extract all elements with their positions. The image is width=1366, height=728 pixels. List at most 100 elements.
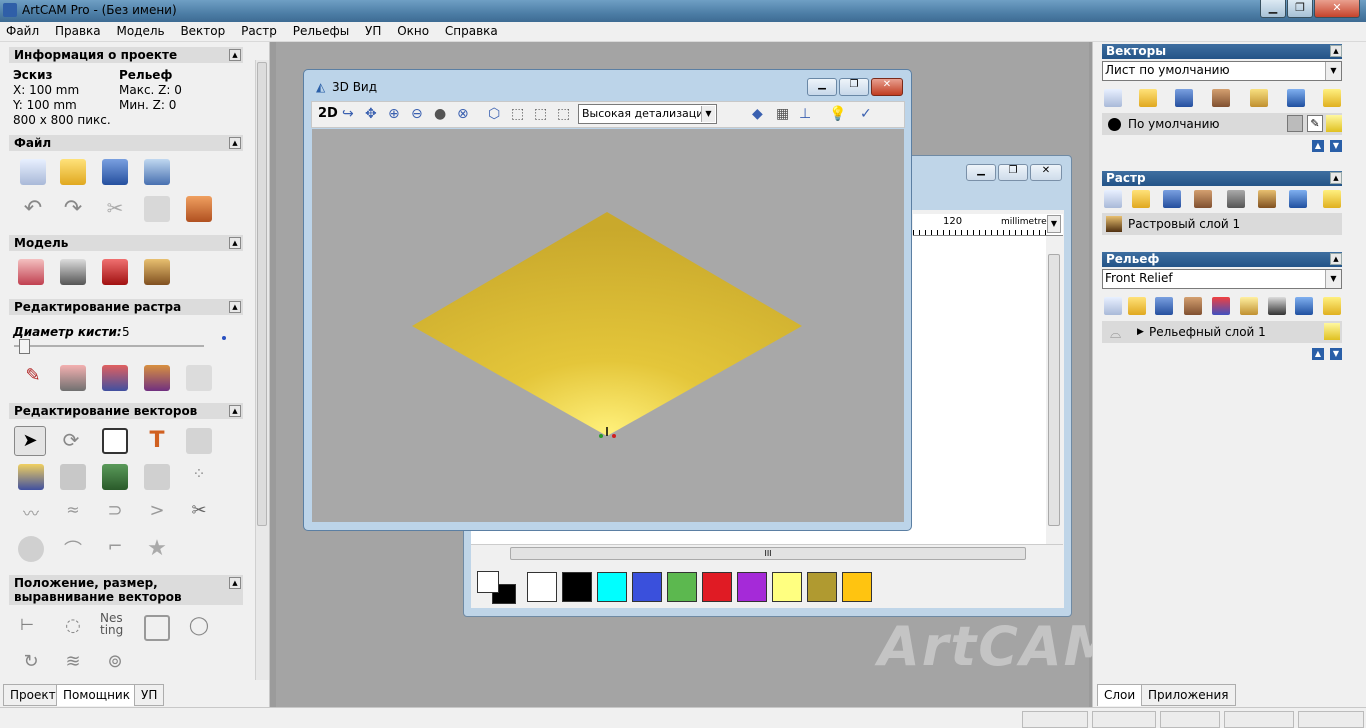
zoom-in-icon[interactable]: ⊕ — [388, 106, 406, 124]
vector-grid-icon[interactable] — [144, 464, 170, 490]
relief-layer-1[interactable]: ⌓ ▶ Рельефный слой 1 — [1102, 321, 1342, 343]
relief-combine-icon[interactable] — [1212, 297, 1230, 315]
position-section-header[interactable]: Положение, размер, выравнивание векторов… — [9, 575, 243, 605]
relief-visibility-icon[interactable] — [1323, 297, 1341, 315]
collapse-icon[interactable]: ▲ — [229, 137, 241, 149]
transform-icon[interactable]: ⟳ — [58, 428, 84, 454]
vector-fillet-icon[interactable]: ⌐ — [102, 536, 128, 562]
open-relief-icon[interactable] — [1128, 297, 1146, 315]
layer-color-icon[interactable] — [1108, 118, 1121, 131]
model-size-icon[interactable] — [18, 259, 44, 285]
color-swatch[interactable] — [562, 572, 592, 602]
layer-down-icon[interactable]: ▼ — [1330, 348, 1342, 360]
rotate-view-icon[interactable]: ↪ — [342, 106, 360, 124]
color-swatch[interactable] — [842, 572, 872, 602]
vector-sheet-select[interactable]: Лист по умолчанию ▼ — [1102, 61, 1342, 81]
visibility-bulbs-icon[interactable] — [1323, 89, 1341, 107]
color-swatch[interactable] — [807, 572, 837, 602]
pan-view-icon[interactable]: ✥ — [365, 106, 383, 124]
edit-pen-icon[interactable]: ✎ — [1307, 115, 1323, 132]
paint-pen-icon[interactable]: ✎ — [20, 365, 46, 391]
new-relief-layer-icon[interactable] — [1104, 297, 1122, 315]
merge-relief-icon[interactable] — [1184, 297, 1202, 315]
raster-mask-icon[interactable] — [1227, 190, 1245, 208]
vector-cut-icon[interactable]: ✂ — [186, 500, 212, 526]
brush-slider-thumb[interactable] — [19, 339, 30, 354]
zoom-window-icon[interactable]: ⊗ — [457, 106, 475, 124]
menu-raster[interactable]: Растр — [235, 22, 283, 38]
collapse-icon[interactable]: ▲ — [229, 49, 241, 61]
visibility-bulb-icon[interactable] — [1324, 323, 1340, 340]
menu-reliefs[interactable]: Рельефы — [287, 22, 355, 38]
grid-view-icon[interactable]: ▦ — [776, 106, 794, 124]
relief-grayscale-icon[interactable] — [1268, 297, 1286, 315]
flood-fill-icon[interactable] — [60, 365, 86, 391]
block-copy-icon[interactable]: ≋ — [60, 651, 86, 677]
front-view-icon[interactable]: ⬚ — [511, 106, 529, 124]
chevron-down-icon[interactable]: ▼ — [1325, 270, 1341, 288]
raster-header[interactable]: Растр ▲ — [1102, 171, 1342, 186]
view3d-close-button[interactable]: ✕ — [871, 78, 903, 96]
delete-relief-layer-icon[interactable] — [1295, 297, 1313, 315]
palette-icon[interactable] — [144, 365, 170, 391]
collapse-icon[interactable]: ▲ — [229, 301, 241, 313]
axes-icon[interactable]: ⊥ — [799, 106, 817, 124]
layer-down-icon[interactable]: ▼ — [1330, 140, 1342, 152]
vector-bezier-icon[interactable]: ⌒ — [60, 536, 86, 562]
raster-layer-1[interactable]: Растровый слой 1 — [1102, 213, 1342, 235]
menu-file[interactable]: Файл — [0, 22, 45, 38]
vector-nodes-icon[interactable]: ⁘ — [186, 464, 212, 490]
collapse-icon[interactable]: ▲ — [229, 577, 241, 589]
align-icon[interactable]: ⊢ — [14, 615, 40, 641]
paste-icon[interactable] — [186, 196, 212, 222]
vector-star-icon[interactable]: ★ — [144, 536, 170, 562]
vector-draw-icon[interactable] — [186, 428, 212, 454]
collapse-icon[interactable]: ▲ — [229, 237, 241, 249]
raster-image-icon[interactable] — [1258, 190, 1276, 208]
relief-select[interactable]: Front Relief ▼ — [1102, 269, 1342, 289]
spiral-icon[interactable]: ⊚ — [102, 651, 128, 677]
save-vector-icon[interactable] — [1175, 89, 1193, 107]
top-view-icon[interactable]: ⬚ — [557, 106, 575, 124]
vector-spin-icon[interactable] — [18, 536, 44, 562]
close-button[interactable]: ✕ — [1314, 0, 1360, 18]
new-file-icon[interactable] — [20, 159, 46, 185]
merge-raster-icon[interactable] — [1194, 190, 1212, 208]
minimize-button[interactable]: ▁ — [1260, 0, 1286, 18]
nesting-icon[interactable]: Nes ting — [100, 612, 126, 638]
view3d-maximize-button[interactable]: ❐ — [839, 78, 869, 96]
menu-help[interactable]: Справка — [439, 22, 504, 38]
text-tool-icon[interactable]: T — [144, 428, 170, 454]
view3d-minimize-button[interactable]: ▁ — [807, 78, 837, 96]
visibility-bulb-icon[interactable] — [1326, 115, 1342, 132]
raster-edit-header[interactable]: Редактирование растра ▲ — [9, 299, 243, 315]
vector-smooth-icon[interactable]: 〰 — [18, 500, 44, 526]
vectors-header[interactable]: Векторы ▲ — [1102, 44, 1342, 59]
model-color-icon[interactable] — [102, 259, 128, 285]
wrap-vectors-icon[interactable]: ↻ — [18, 651, 44, 677]
lock-icon[interactable] — [1287, 115, 1303, 132]
view-2d-button[interactable]: 2D — [318, 106, 338, 121]
iso-view-icon[interactable]: ⬡ — [488, 106, 506, 124]
new-vector-layer-icon[interactable] — [1104, 89, 1122, 107]
material-icon[interactable]: ✓ — [860, 106, 878, 124]
view2d-maximize-button[interactable]: ❐ — [998, 164, 1028, 181]
raster-cloud-icon[interactable] — [186, 365, 212, 391]
delete-vector-layer-icon[interactable] — [1287, 89, 1305, 107]
menu-edit[interactable]: Правка — [49, 22, 107, 38]
copy-icon[interactable] — [144, 196, 170, 222]
color-picker-icon[interactable] — [102, 365, 128, 391]
view2d-vertical-scrollbar[interactable] — [1046, 236, 1062, 544]
menu-window[interactable]: Окно — [391, 22, 435, 38]
cut-icon[interactable]: ✂ — [102, 196, 128, 222]
chevron-down-icon[interactable]: ▼ — [1325, 62, 1341, 80]
color-swatch[interactable] — [737, 572, 767, 602]
raster-visibility-icon[interactable] — [1323, 190, 1341, 208]
color-swatch[interactable] — [597, 572, 627, 602]
vector-arc-icon[interactable]: ⊃ — [102, 500, 128, 526]
view2d-close-button[interactable]: ✕ — [1030, 164, 1062, 181]
merge-vector-icon[interactable] — [1212, 89, 1230, 107]
brush-slider-track[interactable] — [14, 345, 204, 347]
select-arrow-icon[interactable]: ➤ — [14, 426, 46, 456]
undo-icon[interactable]: ↶ — [20, 196, 46, 222]
